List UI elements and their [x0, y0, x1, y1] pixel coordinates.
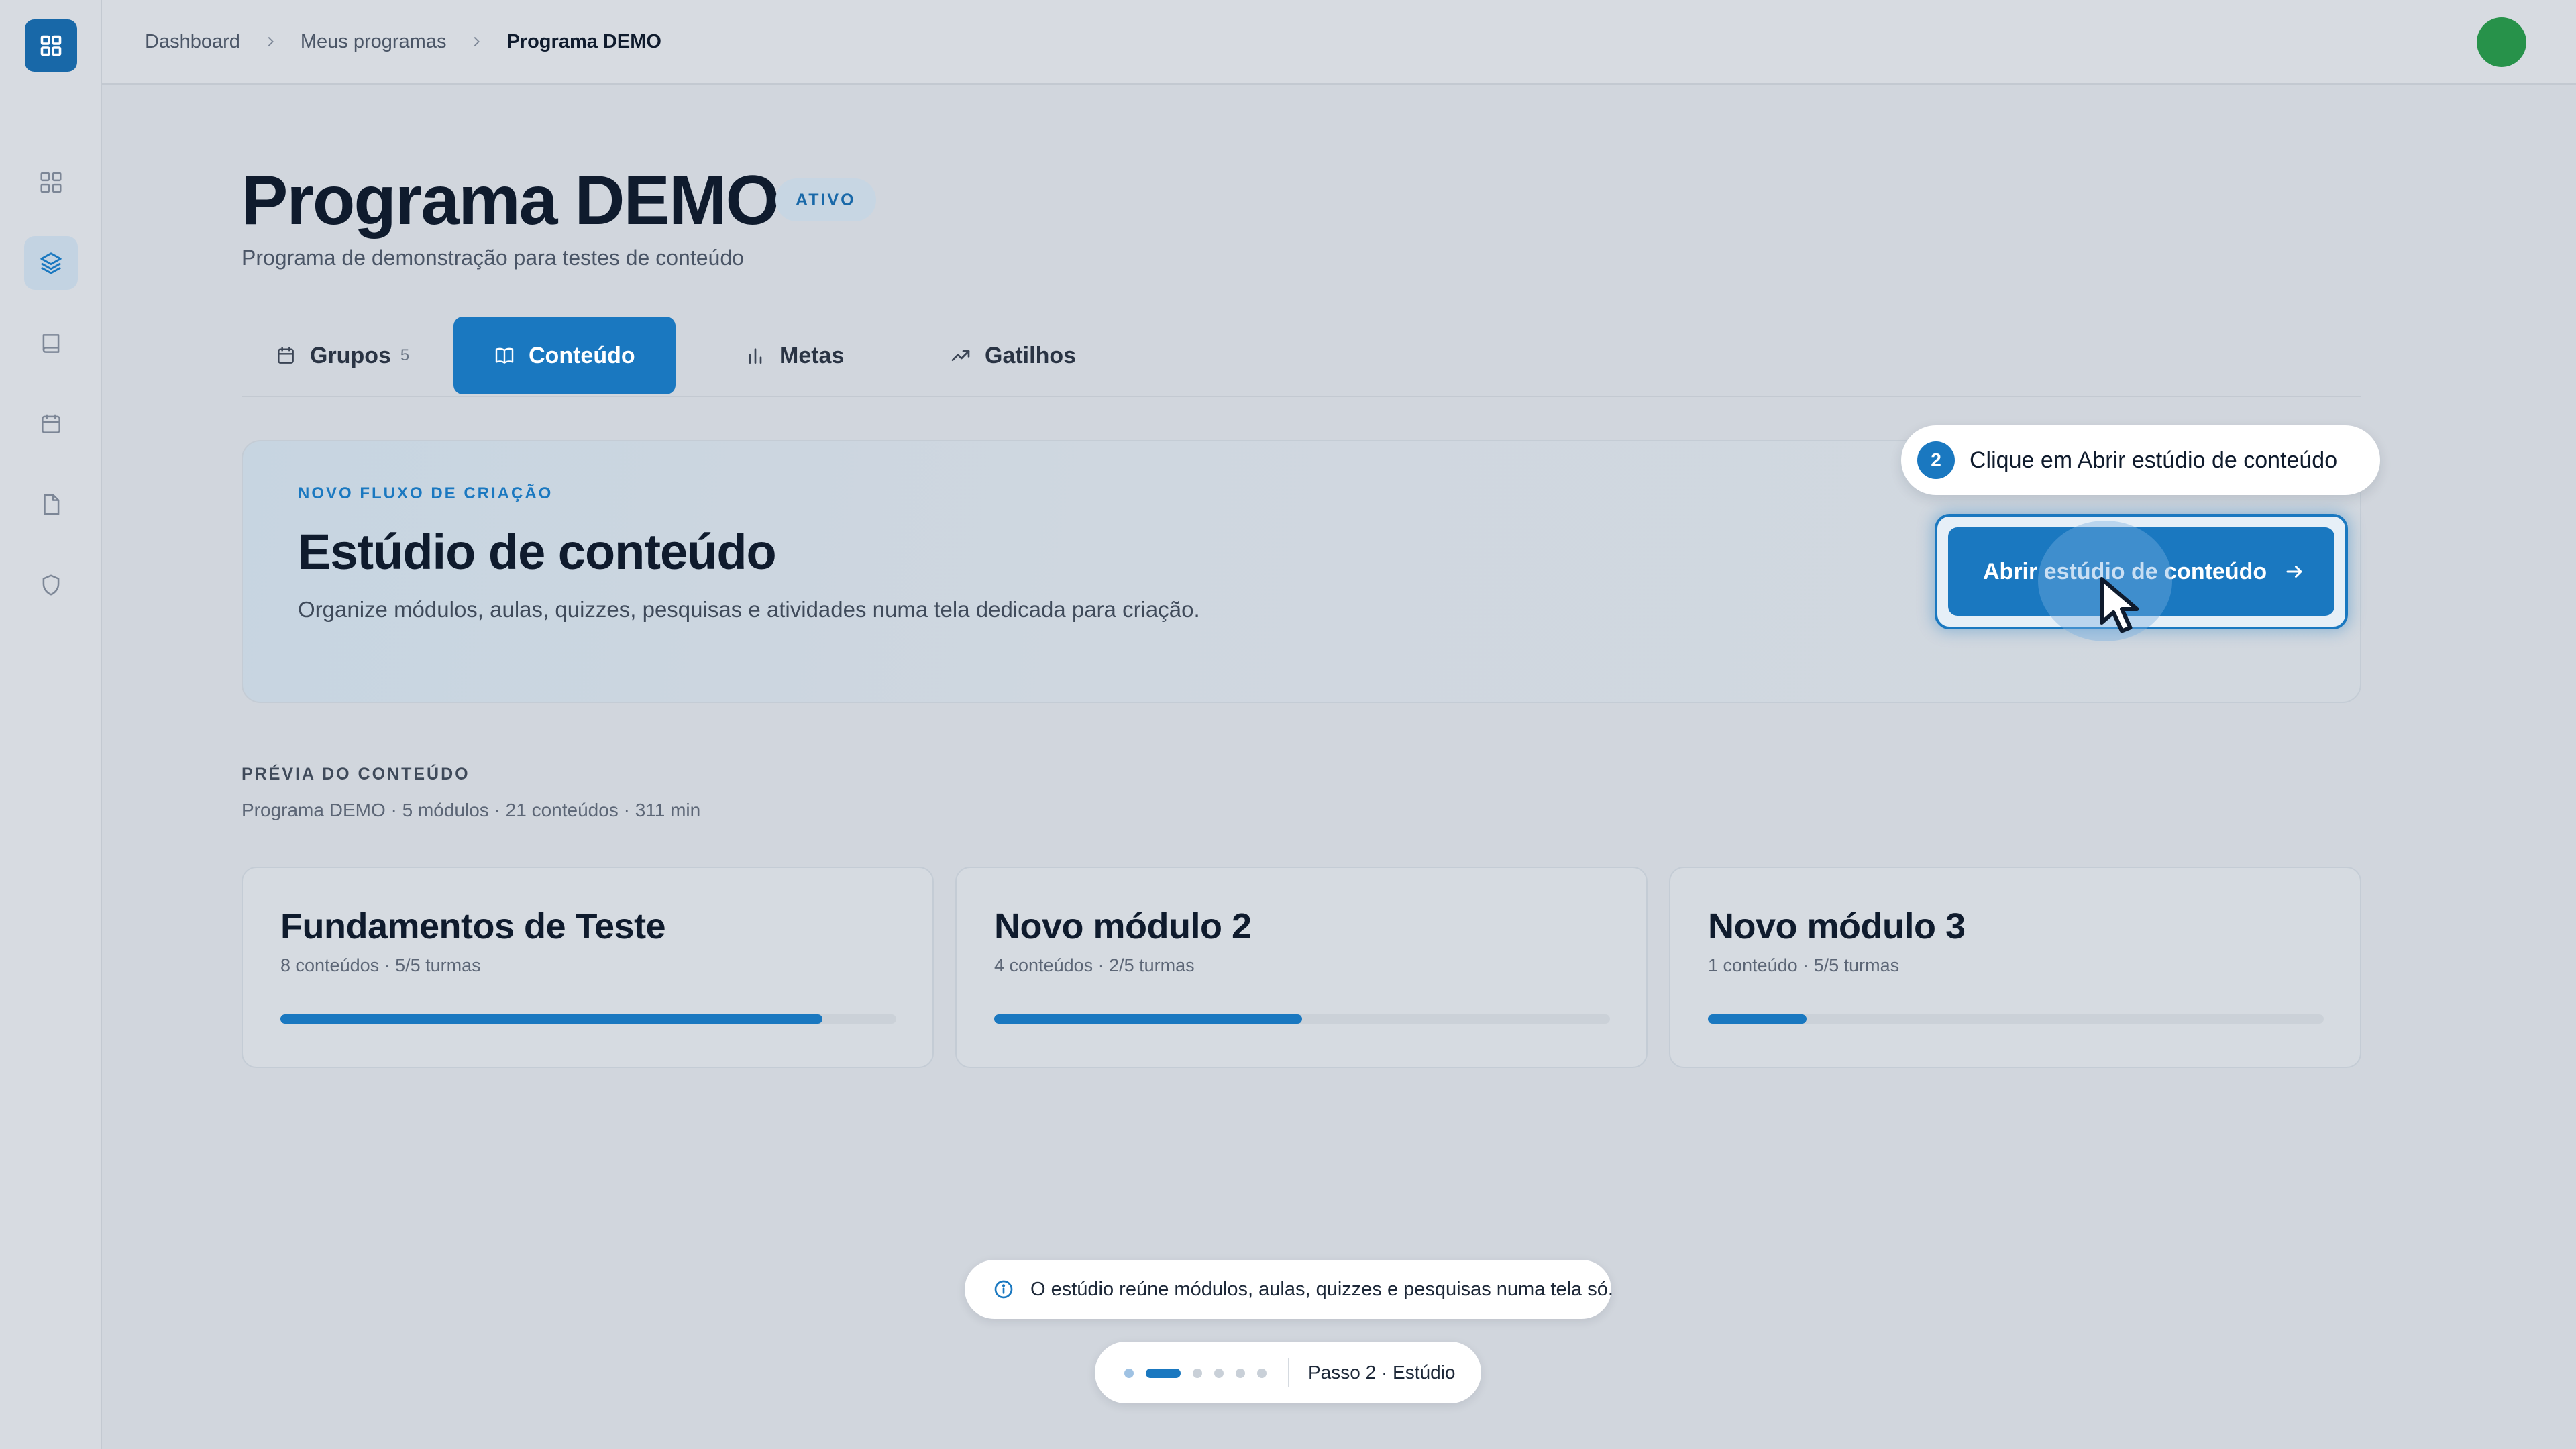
breadcrumb-dashboard[interactable]: Dashboard: [145, 31, 240, 53]
info-icon: [994, 1280, 1013, 1299]
tour-hint: 2 Clique em Abrir estúdio de conteúdo: [1901, 425, 2380, 495]
module-title: Novo módulo 2: [994, 906, 1252, 947]
module-meta: 1 conteúdo · 5/5 turmas: [1708, 955, 1900, 975]
file-icon: [44, 494, 60, 515]
info-text: O estúdio reúne módulos, aulas, quizzes …: [1030, 1278, 1613, 1300]
chevron-right-icon: [263, 34, 278, 49]
tour-stepper: Passo 2 · Estúdio: [1095, 1342, 1481, 1403]
module-progress-fill: [994, 1014, 1302, 1024]
step-dot[interactable]: [1193, 1368, 1202, 1378]
module-title: Novo módulo 3: [1708, 906, 1966, 947]
step-dot[interactable]: [1214, 1368, 1224, 1378]
module-progress-track: [1708, 1014, 2324, 1024]
sidebar-item-programs[interactable]: [24, 236, 78, 290]
breadcrumb-programs[interactable]: Meus programas: [301, 31, 447, 53]
app-logo[interactable]: [25, 19, 77, 72]
top-bar: Dashboard Meus programas Programa DEMO: [102, 0, 2576, 85]
sidebar-item-dashboard[interactable]: [24, 156, 78, 209]
book-open-icon: [495, 347, 514, 364]
sidebar-item-library[interactable]: [24, 317, 78, 370]
module-progress-track: [994, 1014, 1610, 1024]
arrow-right-icon: [2286, 566, 2302, 578]
module-meta: 4 conteúdos · 2/5 turmas: [994, 955, 1195, 975]
preview-meta: Programa DEMO · 5 módulos · 21 conteúdos…: [241, 800, 701, 820]
module-meta: 8 conteúdos · 5/5 turmas: [280, 955, 481, 975]
module-progress-track: [280, 1014, 896, 1024]
module-card[interactable]: Fundamentos de Teste 8 conteúdos · 5/5 t…: [241, 867, 934, 1068]
hint-text: Clique em Abrir estúdio de conteúdo: [1970, 447, 2338, 473]
status-badge: ATIVO: [775, 178, 876, 221]
calendar-icon: [42, 414, 60, 433]
breadcrumb: Dashboard Meus programas Programa DEMO: [145, 0, 661, 83]
stepper-divider: [1288, 1358, 1289, 1387]
page-subtitle: Programa de demonstração para testes de …: [241, 246, 744, 270]
info-tip: O estúdio reúne módulos, aulas, quizzes …: [965, 1260, 1613, 1319]
studio-description: Organize módulos, aulas, quizzes, pesqui…: [298, 597, 1200, 622]
mouse-cursor-icon: [2100, 577, 2139, 633]
page-title: Programa DEMO: [241, 162, 780, 239]
sidebar-item-security[interactable]: [24, 558, 78, 612]
module-progress-fill: [1708, 1014, 1807, 1024]
step-dot[interactable]: [1257, 1368, 1267, 1378]
chevron-right-icon: [469, 34, 484, 49]
studio-eyebrow: NOVO FLUXO DE CRIAÇÃO: [298, 484, 553, 502]
stepper-label: Passo 2 · Estúdio: [1308, 1362, 1456, 1383]
bar-chart-icon: [749, 348, 762, 364]
sidebar: [0, 0, 102, 1449]
layers-icon: [40, 252, 62, 274]
tab-goals[interactable]: Metas: [711, 317, 877, 394]
tab-label: Grupos: [310, 342, 391, 368]
grid-icon: [40, 35, 62, 56]
step-dot-current[interactable]: [1146, 1368, 1181, 1378]
step-dot[interactable]: [1236, 1368, 1245, 1378]
tab-groups[interactable]: Grupos 5: [241, 317, 443, 394]
dashboard-icon: [40, 172, 62, 193]
tab-content[interactable]: Conteúdo: [453, 317, 676, 394]
breadcrumb-current: Programa DEMO: [506, 30, 661, 52]
tab-label: Gatilhos: [985, 342, 1077, 368]
module-card[interactable]: Novo módulo 3 1 conteúdo · 5/5 turmas: [1669, 867, 2361, 1068]
avatar[interactable]: [2477, 17, 2526, 67]
calendar-icon: [278, 347, 294, 364]
tab-label: Metas: [780, 342, 845, 368]
sidebar-item-documents[interactable]: [24, 478, 78, 531]
module-progress-fill: [280, 1014, 822, 1024]
tab-count: 5: [400, 346, 410, 364]
sidebar-item-calendar[interactable]: [24, 397, 78, 451]
step-dot[interactable]: [1124, 1368, 1134, 1378]
shield-icon: [42, 574, 60, 596]
preview-label: PRÉVIA DO CONTEÚDO: [241, 765, 470, 784]
book-icon: [42, 334, 60, 353]
trending-up-icon: [951, 350, 970, 361]
module-card[interactable]: Novo módulo 2 4 conteúdos · 2/5 turmas: [955, 867, 1648, 1068]
studio-title: Estúdio de conteúdo: [298, 524, 777, 580]
step-number-badge: 2: [1917, 441, 1955, 479]
tab-triggers[interactable]: Gatilhos: [916, 317, 1110, 394]
tab-label: Conteúdo: [529, 342, 635, 368]
module-title: Fundamentos de Teste: [280, 906, 666, 947]
tab-bar: Grupos 5 Conteúdo Metas Gatilhos: [241, 315, 2361, 397]
